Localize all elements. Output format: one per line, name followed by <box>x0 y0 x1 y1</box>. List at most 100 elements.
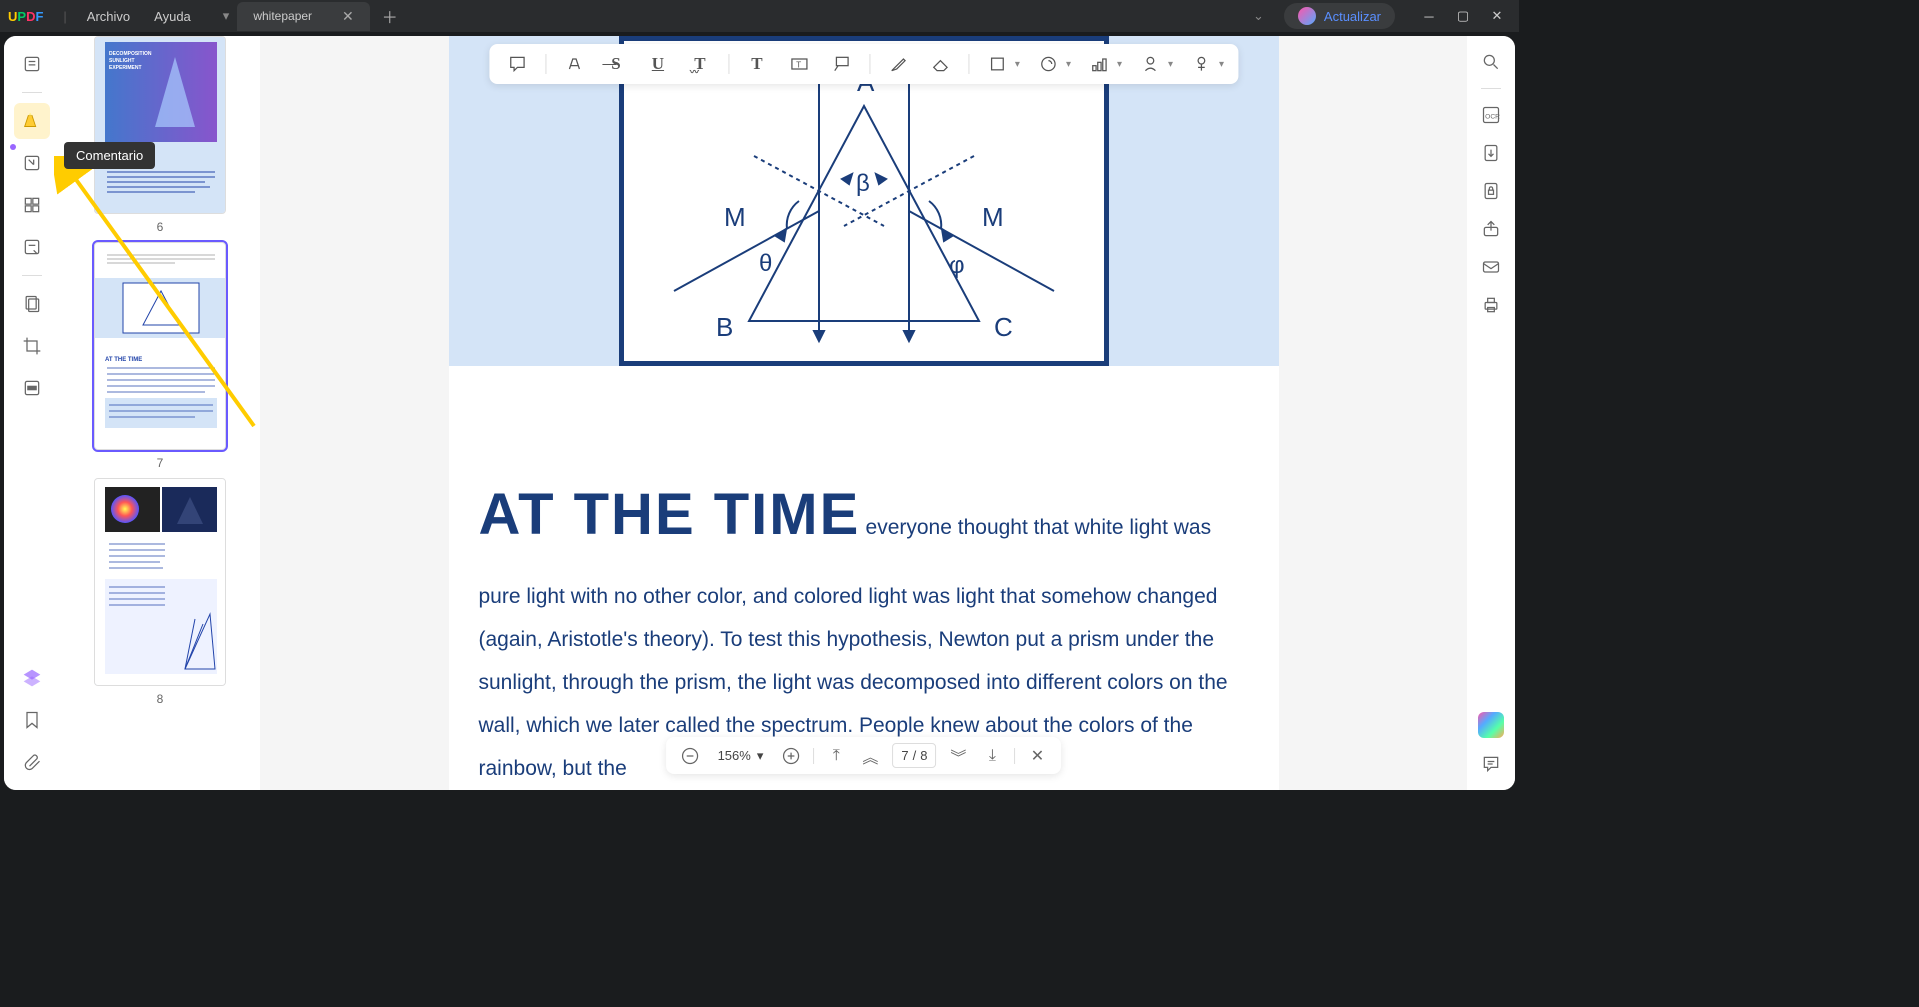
stamp-tool-button[interactable] <box>1034 50 1062 78</box>
sticker-tool-button[interactable] <box>1187 50 1215 78</box>
signature-tool-button[interactable] <box>1136 50 1164 78</box>
squiggly-tool-button[interactable]: T〰 <box>686 50 714 78</box>
close-button[interactable]: ✕ <box>1483 4 1511 28</box>
zoom-out-button[interactable] <box>678 744 702 768</box>
zoom-select[interactable]: 156%▾ <box>712 746 770 766</box>
search-button[interactable] <box>1475 46 1507 78</box>
protect-button[interactable] <box>1475 175 1507 207</box>
reader-mode-button[interactable] <box>14 46 50 82</box>
svg-text:B: B <box>716 312 733 342</box>
window-controls: ─ ▢ ✕ <box>1415 4 1511 28</box>
share-button[interactable] <box>1475 213 1507 245</box>
menu-archivo[interactable]: Archivo <box>87 9 130 24</box>
divider <box>22 92 42 93</box>
separator <box>869 54 870 74</box>
shape-tool-button[interactable] <box>983 50 1011 78</box>
organize-pages-button[interactable] <box>14 187 50 223</box>
batch-button[interactable] <box>14 286 50 322</box>
zoom-in-button[interactable] <box>779 744 803 768</box>
titlebar: UPDF | Archivo Ayuda ▾ whitepaper ✕ ＋ ⌄ … <box>0 0 1519 32</box>
callout-tool-button[interactable] <box>827 50 855 78</box>
svg-text:EXPERIMENT: EXPERIMENT <box>109 65 142 71</box>
separator <box>545 54 546 74</box>
thumbnail-8[interactable]: 8 <box>94 478 226 706</box>
divider <box>1481 88 1501 89</box>
chevron-down-icon[interactable]: ▾ <box>1066 59 1071 70</box>
minimize-button[interactable]: ─ <box>1415 4 1443 28</box>
close-tab-icon[interactable]: ✕ <box>342 8 354 25</box>
strikethrough-tool-button[interactable]: S <box>602 50 630 78</box>
bottom-controls: 156%▾ ⤒ ︽ 7 / 8 ︾ ⤓ ✕ <box>666 737 1062 774</box>
attachment-button[interactable] <box>14 744 50 780</box>
user-label: Actualizar <box>1324 9 1381 24</box>
print-button[interactable] <box>1475 289 1507 321</box>
menu-ayuda[interactable]: Ayuda <box>154 9 191 24</box>
highlight-tool-button[interactable] <box>560 50 588 78</box>
user-pill[interactable]: Actualizar <box>1284 3 1395 29</box>
ai-assistant-button[interactable] <box>1478 712 1504 738</box>
last-page-button[interactable]: ⤓ <box>980 744 1004 768</box>
separator <box>728 54 729 74</box>
measure-tool-button[interactable] <box>1085 50 1113 78</box>
export-button[interactable] <box>1475 137 1507 169</box>
add-tab-icon[interactable]: ＋ <box>382 4 398 28</box>
left-rail <box>4 36 60 790</box>
svg-text:AT THE TIME: AT THE TIME <box>105 357 142 363</box>
textbox-tool-button[interactable]: T <box>785 50 813 78</box>
dropcap: AT THE TIME <box>479 482 861 547</box>
underline-tool-button[interactable]: U <box>644 50 672 78</box>
comment-mode-button[interactable] <box>14 103 50 139</box>
thumbnail-number: 7 <box>94 456 226 470</box>
notification-dot <box>10 144 16 150</box>
svg-text:β: β <box>856 170 870 197</box>
thumbnail-6[interactable]: DECOMPOSITION SUNLIGHT EXPERIMENT 6 <box>94 36 226 234</box>
thumbnail-number: 8 <box>94 692 226 706</box>
tooltip-comentario: Comentario <box>64 142 155 169</box>
document-viewport[interactable]: S U T〰 T T ▾ ▾ ▾ ▾ ▾ <box>260 36 1467 790</box>
email-button[interactable] <box>1475 251 1507 283</box>
right-rail: OCR <box>1467 36 1515 790</box>
page-input[interactable]: 7 / 8 <box>892 743 936 768</box>
separator <box>1014 748 1015 764</box>
chevron-down-icon[interactable]: ▾ <box>1219 59 1224 70</box>
chevron-down-icon[interactable]: ▾ <box>1168 59 1173 70</box>
ocr-button[interactable]: OCR <box>1475 99 1507 131</box>
svg-text:OCR: OCR <box>1485 113 1500 120</box>
separator <box>968 54 969 74</box>
chat-button[interactable] <box>1475 748 1507 780</box>
chevron-down-icon[interactable]: ▾ <box>1117 59 1122 70</box>
edit-text-button[interactable] <box>14 145 50 181</box>
page-content: A B C M M β θ φ AT TH <box>449 36 1279 790</box>
divider <box>22 275 42 276</box>
crop-button[interactable] <box>14 328 50 364</box>
thumbnail-7[interactable]: AT THE TIME 7 <box>94 242 226 470</box>
next-page-button[interactable]: ︾ <box>946 744 970 768</box>
forms-button[interactable] <box>14 229 50 265</box>
chevron-down-icon[interactable]: ⌄ <box>1253 8 1264 24</box>
text-tool-button[interactable]: T <box>743 50 771 78</box>
maximize-button[interactable]: ▢ <box>1449 4 1477 28</box>
prism-diagram: A B C M M β θ φ <box>619 36 1109 366</box>
chevron-down-icon: ▾ <box>757 748 764 764</box>
main-area: Comentario DECOMPOSITION SUNLIGHT EXPERI… <box>4 36 1515 790</box>
tab-label: whitepaper <box>253 9 312 23</box>
tab-whitepaper[interactable]: whitepaper ✕ <box>237 2 369 31</box>
first-page-button[interactable]: ⤒ <box>824 744 848 768</box>
note-tool-button[interactable] <box>503 50 531 78</box>
pencil-tool-button[interactable] <box>884 50 912 78</box>
svg-text:φ: φ <box>949 252 965 279</box>
redact-button[interactable] <box>14 370 50 406</box>
avatar <box>1298 7 1316 25</box>
svg-text:T: T <box>796 59 801 69</box>
tab-dropdown-icon[interactable]: ▾ <box>223 8 230 24</box>
svg-text:M: M <box>724 202 746 232</box>
chevron-down-icon[interactable]: ▾ <box>1015 59 1020 70</box>
prev-page-button[interactable]: ︽ <box>858 744 882 768</box>
thumbnail-number: 6 <box>94 220 226 234</box>
layers-button[interactable] <box>14 660 50 696</box>
bookmark-button[interactable] <box>14 702 50 738</box>
titlebar-right: ⌄ Actualizar ─ ▢ ✕ <box>1253 3 1511 29</box>
svg-text:C: C <box>994 312 1013 342</box>
close-controls-button[interactable]: ✕ <box>1025 744 1049 768</box>
eraser-tool-button[interactable] <box>926 50 954 78</box>
